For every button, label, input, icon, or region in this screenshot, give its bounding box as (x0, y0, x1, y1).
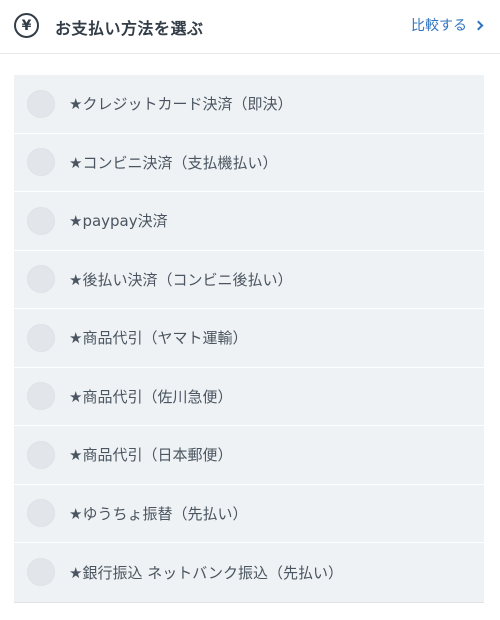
page-title: お支払い方法を選ぶ (55, 19, 204, 38)
radio-button[interactable] (27, 323, 55, 352)
compare-link[interactable]: 比較する (411, 15, 484, 35)
radio-button[interactable] (27, 89, 55, 118)
radio-button[interactable] (27, 382, 55, 411)
radio-button[interactable] (27, 558, 55, 587)
chevron-right-icon (473, 20, 484, 31)
payment-option-cod-japan-post[interactable]: ★商品代引（日本郵便） (14, 426, 484, 485)
payment-option-cod-yamato[interactable]: ★商品代引（ヤマト運輸） (14, 309, 484, 368)
payment-option-label: ★銀行振込 ネットバンク振込（先払い） (69, 563, 343, 582)
payment-option-label: ★後払い決済（コンビニ後払い） (69, 270, 293, 289)
payment-option-label: ★ゆうちょ振替（先払い） (69, 504, 248, 523)
payment-option-label: ★クレジットカード決済（即決） (69, 95, 293, 114)
payment-method-list: ★クレジットカード決済（即決） ★コンビニ決済（支払機払い） ★paypay決済… (14, 75, 484, 603)
payment-option-label: ★商品代引（日本郵便） (69, 446, 233, 465)
payment-option-bank-transfer[interactable]: ★銀行振込 ネットバンク振込（先払い） (14, 543, 484, 602)
payment-option-yucho-transfer[interactable]: ★ゆうちょ振替（先払い） (14, 484, 484, 543)
payment-option-label: ★商品代引（佐川急便） (69, 387, 233, 406)
payment-option-cod-sagawa[interactable]: ★商品代引（佐川急便） (14, 367, 484, 426)
payment-option-label: ★コンビニ決済（支払機払い） (69, 153, 278, 172)
payment-option-credit-card[interactable]: ★クレジットカード決済（即決） (14, 75, 484, 134)
section-header: ¥ お支払い方法を選ぶ 比較する (0, 0, 500, 54)
radio-button[interactable] (27, 499, 55, 528)
payment-option-convenience-store[interactable]: ★コンビニ決済（支払機払い） (14, 133, 484, 192)
radio-button[interactable] (27, 206, 55, 235)
radio-button[interactable] (27, 265, 55, 294)
payment-option-paypay[interactable]: ★paypay決済 (14, 192, 484, 251)
payment-option-label: ★商品代引（ヤマト運輸） (69, 329, 248, 348)
yen-circle-icon: ¥ (14, 13, 39, 38)
payment-option-deferred[interactable]: ★後払い決済（コンビニ後払い） (14, 250, 484, 309)
radio-button[interactable] (27, 440, 55, 469)
compare-label: 比較する (411, 18, 467, 34)
radio-button[interactable] (27, 148, 55, 177)
payment-option-label: ★paypay決済 (69, 212, 168, 231)
